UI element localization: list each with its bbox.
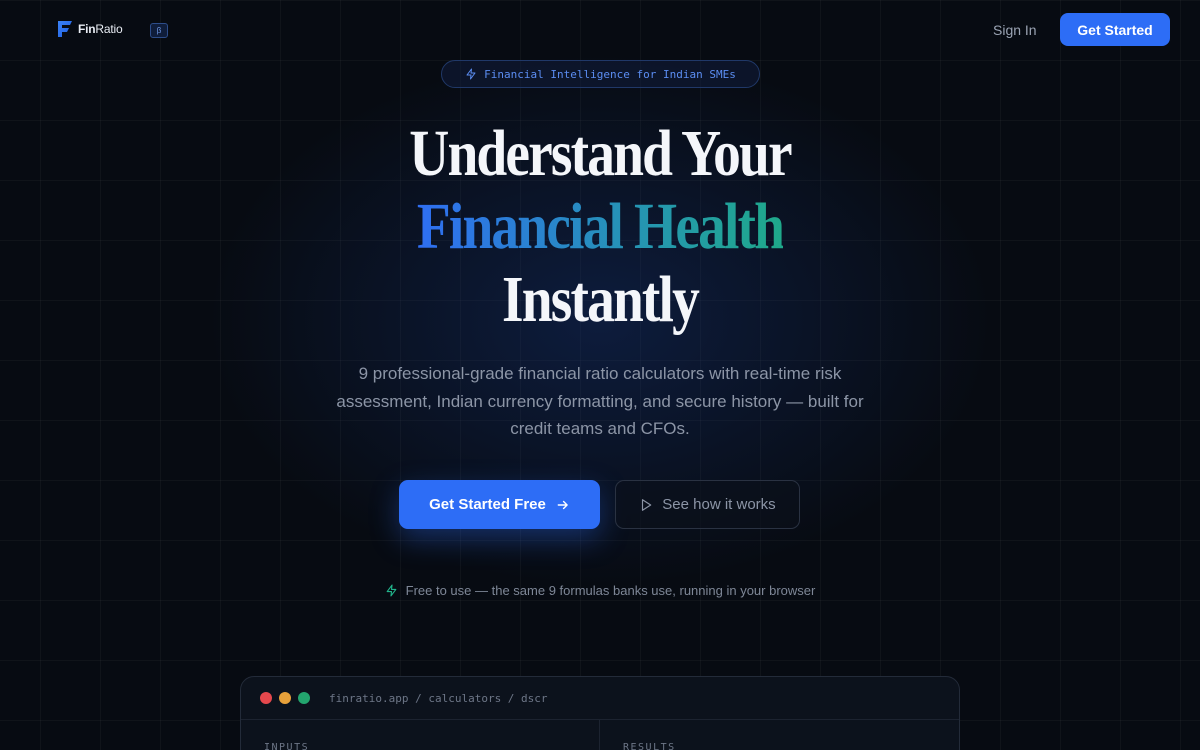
- get-started-button[interactable]: Get Started: [1060, 13, 1170, 46]
- pane-divider: [599, 720, 600, 750]
- play-icon: [642, 498, 652, 511]
- maximize-dot-icon: [298, 692, 310, 704]
- beta-badge: β: [150, 23, 168, 38]
- inputs-label: INPUTS: [264, 742, 310, 750]
- tagline-text: Financial Intelligence for Indian SMEs: [484, 67, 736, 81]
- hero-title-line-3: Instantly: [502, 263, 700, 336]
- lightning-icon: [466, 68, 476, 80]
- free-note: Free to use — the same 9 formulas banks …: [0, 583, 1200, 598]
- get-started-free-button[interactable]: Get Started Free: [399, 480, 600, 529]
- arrow-right-icon: [557, 500, 568, 509]
- secondary-cta-label: See how it works: [662, 496, 776, 513]
- preview-url: finratio.app / calculators / dscr: [329, 691, 548, 705]
- hero-title-line-2: Financial Health: [96, 194, 1104, 260]
- free-note-text: Free to use — the same 9 formulas banks …: [405, 583, 816, 598]
- brand-name: FinRatio: [78, 22, 123, 36]
- hero-title-gradient: Financial Health: [416, 190, 785, 263]
- window-title-bar: finratio.app / calculators / dscr: [241, 677, 959, 720]
- close-dot-icon: [260, 692, 272, 704]
- tagline-pill: Financial Intelligence for Indian SMEs: [441, 60, 760, 88]
- primary-cta-label: Get Started Free: [429, 496, 546, 513]
- sign-in-link[interactable]: Sign In: [993, 22, 1037, 38]
- hero-subtitle: 9 professional-grade financial ratio cal…: [336, 364, 864, 438]
- see-how-it-works-button[interactable]: See how it works: [615, 480, 800, 529]
- finratio-logo-icon: [58, 21, 72, 37]
- logo[interactable]: FinRatio: [56, 19, 123, 39]
- top-nav: FinRatio β Sign In Get Started: [0, 0, 1200, 60]
- results-label: RESULTS: [623, 742, 676, 750]
- hero-title-line-1: Understand Your: [409, 117, 792, 190]
- minimize-dot-icon: [279, 692, 291, 704]
- lightning-icon: [386, 584, 397, 597]
- app-preview-window: finratio.app / calculators / dscr INPUTS…: [240, 676, 960, 750]
